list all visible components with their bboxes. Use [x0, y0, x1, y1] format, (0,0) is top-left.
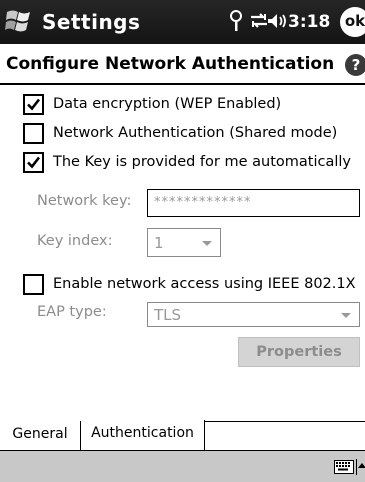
- network-authentication-option[interactable]: Network Authentication (Shared mode): [23, 121, 337, 145]
- key-index-value: 1: [154, 234, 164, 252]
- key-index-dropdown[interactable]: 1: [147, 228, 221, 257]
- help-icon[interactable]: ?: [345, 54, 365, 76]
- page-title: Configure Network Authentication: [6, 54, 335, 74]
- data-encryption-checkbox[interactable]: [23, 93, 44, 115]
- eap-type-dropdown[interactable]: TLS: [147, 302, 360, 327]
- key-index-label: Key index:: [37, 233, 113, 249]
- tab-general[interactable]: General: [0, 421, 81, 450]
- ieee8021x-option[interactable]: Enable network access using IEEE 802.1X: [23, 272, 356, 296]
- chevron-down-icon: [341, 313, 351, 318]
- network-authentication-checkbox[interactable]: [23, 122, 44, 144]
- ieee8021x-checkbox[interactable]: [23, 273, 44, 295]
- key-auto-label: The Key is provided for me automatically: [53, 154, 351, 170]
- checkmark-icon: [27, 98, 41, 110]
- app-title: Settings: [42, 10, 141, 34]
- chevron-down-icon: [202, 241, 212, 246]
- ieee8021x-label: Enable network access using IEEE 802.1X: [53, 276, 356, 292]
- key-auto-option[interactable]: The Key is provided for me automatically: [23, 150, 351, 174]
- antenna-icon[interactable]: [228, 9, 244, 33]
- network-key-field[interactable]: *************: [147, 189, 360, 217]
- command-bar: [0, 450, 365, 482]
- keyboard-icon[interactable]: [334, 460, 354, 474]
- data-encryption-label: Data encryption (WEP Enabled): [53, 96, 282, 112]
- keyboard-keys: [336, 462, 350, 471]
- header-divider: [0, 83, 365, 85]
- tab-authentication[interactable]: Authentication: [81, 420, 205, 450]
- start-menu-logo[interactable]: [4, 6, 34, 36]
- speaker-icon[interactable]: [266, 9, 288, 33]
- input-separator: [356, 459, 357, 475]
- eap-type-value: TLS: [154, 306, 182, 324]
- network-authentication-label: Network Authentication (Shared mode): [53, 125, 338, 141]
- key-auto-checkbox[interactable]: [23, 151, 44, 173]
- network-key-label: Network key:: [37, 193, 132, 209]
- ok-button[interactable]: ok: [340, 7, 365, 37]
- checkmark-icon: [27, 156, 41, 168]
- clock[interactable]: 3:18: [288, 12, 330, 32]
- eap-type-label: EAP type:: [37, 304, 107, 320]
- input-selector-arrow-icon[interactable]: [358, 463, 365, 468]
- properties-button[interactable]: Properties: [238, 337, 360, 367]
- data-encryption-option[interactable]: Data encryption (WEP Enabled): [23, 92, 281, 116]
- title-bar: Settings 3:18 ok: [0, 0, 365, 44]
